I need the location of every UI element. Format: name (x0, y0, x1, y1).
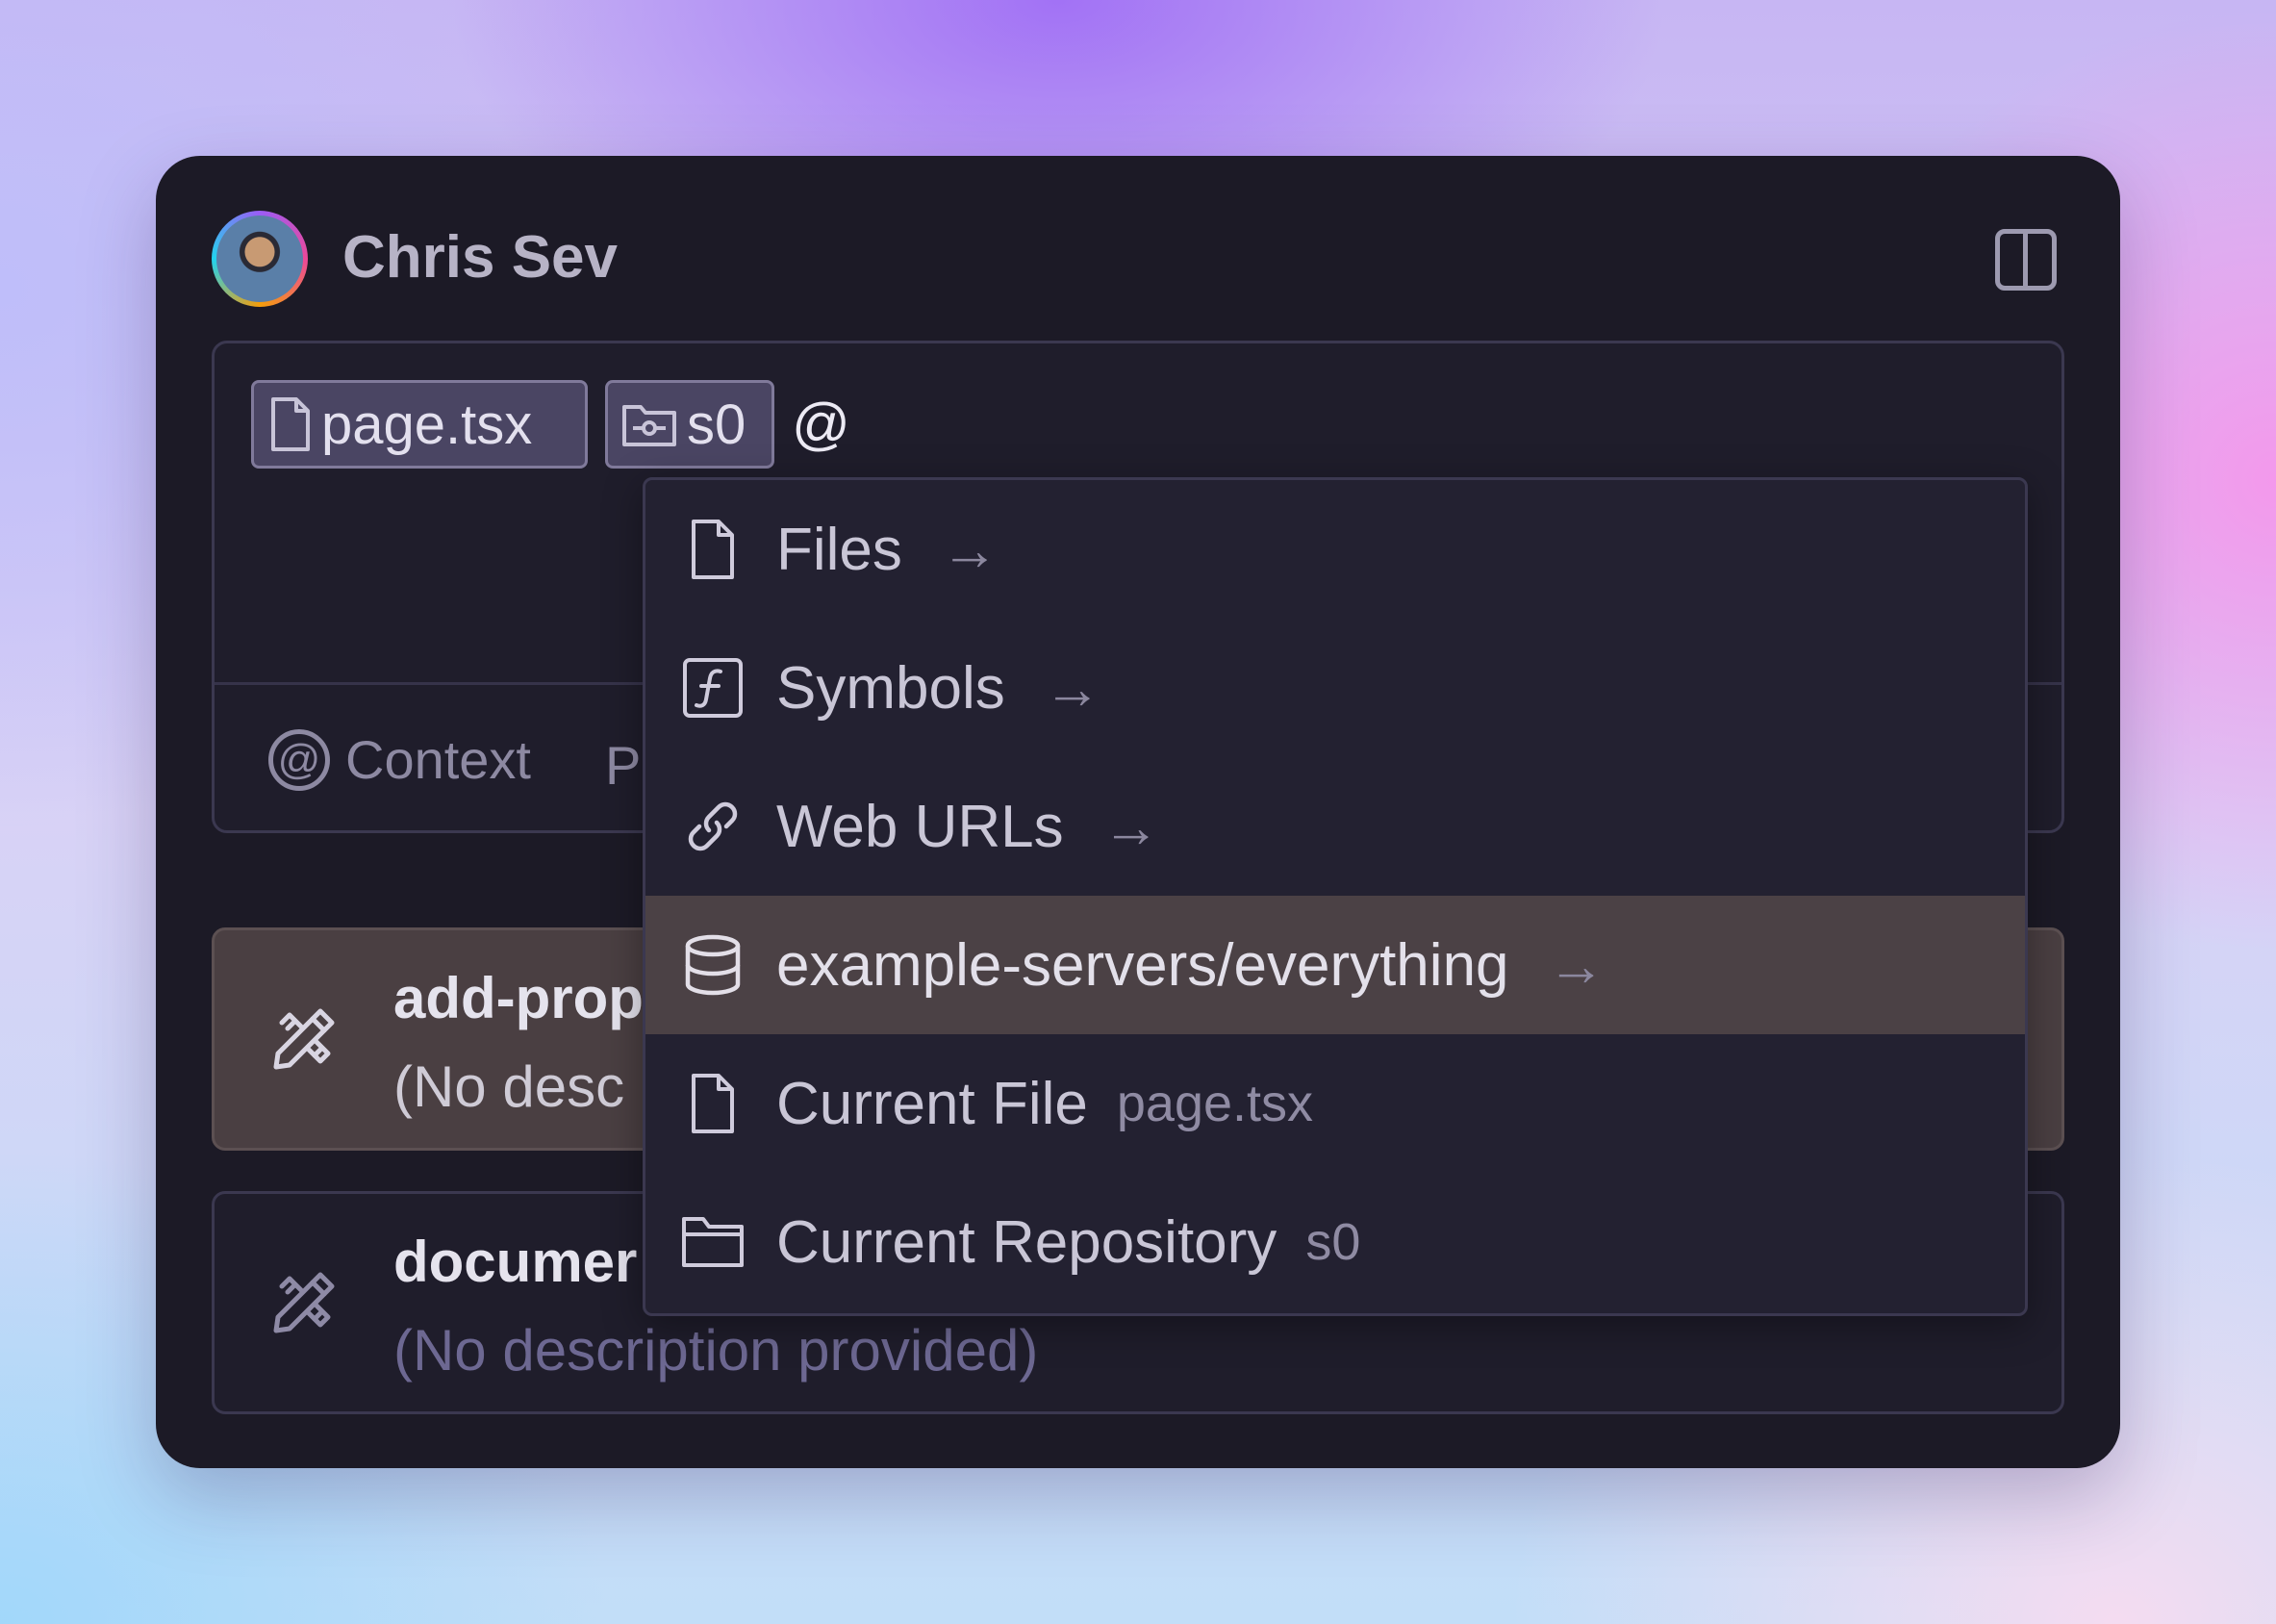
menu-item-current-repository[interactable]: Current Repository s0 (645, 1173, 2025, 1311)
function-icon (683, 658, 743, 718)
menu-item-hint: page.tsx (1116, 1075, 1314, 1132)
pencil-ruler-icon (273, 1008, 335, 1070)
user-name: Chris Sev (342, 224, 619, 291)
link-icon (688, 801, 738, 851)
menu-item-current-file[interactable]: Current File page.tsx (645, 1034, 2025, 1173)
prompts-button[interactable]: P (605, 734, 641, 797)
split-view-icon[interactable] (1995, 229, 2057, 291)
add-context-button[interactable]: @ Context (268, 728, 531, 791)
file-icon (271, 397, 310, 451)
context-chip-repository[interactable]: s0 (605, 380, 774, 469)
pencil-ruler-icon (273, 1272, 335, 1333)
at-sign-icon: @ (268, 728, 330, 791)
repository-folder-icon (622, 405, 676, 446)
prompt-description: (No description provided) (393, 1318, 1039, 1383)
arrow-right-icon: → (1043, 655, 1101, 721)
menu-item-mcp-server[interactable]: example-servers/everything → (645, 896, 2025, 1034)
file-icon (692, 520, 734, 579)
mention-dropdown: Files → Symbols → Web URLs → example-ser… (643, 477, 2028, 1316)
database-icon (685, 934, 741, 996)
context-label: Context (345, 729, 531, 790)
menu-item-symbols[interactable]: Symbols → (645, 619, 2025, 757)
menu-item-label: Symbols (776, 654, 1005, 722)
composer-typed-text[interactable]: @ (792, 390, 850, 459)
folder-icon (682, 1217, 744, 1267)
menu-item-web-urls[interactable]: Web URLs → (645, 757, 2025, 896)
menu-item-label: Web URLs (776, 793, 1064, 860)
prompt-description: (No desc (393, 1054, 625, 1119)
arrow-right-icon: → (940, 517, 999, 582)
menu-item-label: Current File (776, 1070, 1088, 1137)
menu-item-label: Current Repository (776, 1208, 1277, 1276)
menu-item-files[interactable]: Files → (645, 480, 2025, 619)
menu-item-label: example-servers/everything (776, 931, 1509, 999)
prompt-title: add-prop (393, 966, 644, 1030)
prompt-title: documer (393, 1230, 638, 1294)
context-chip-file[interactable]: page.tsx (251, 380, 588, 469)
menu-item-label: Files (776, 516, 902, 583)
chat-panel: Chris Sev page.tsx s0 @ @ Context P add-… (156, 156, 2120, 1468)
arrow-right-icon: → (1101, 794, 1160, 859)
avatar-photo (216, 216, 303, 302)
avatar[interactable] (212, 211, 308, 307)
arrow-right-icon: → (1547, 932, 1606, 998)
file-icon (692, 1074, 734, 1133)
chip-label: s0 (687, 393, 746, 456)
chip-label: page.tsx (321, 393, 533, 456)
menu-item-hint: s0 (1305, 1213, 1361, 1271)
